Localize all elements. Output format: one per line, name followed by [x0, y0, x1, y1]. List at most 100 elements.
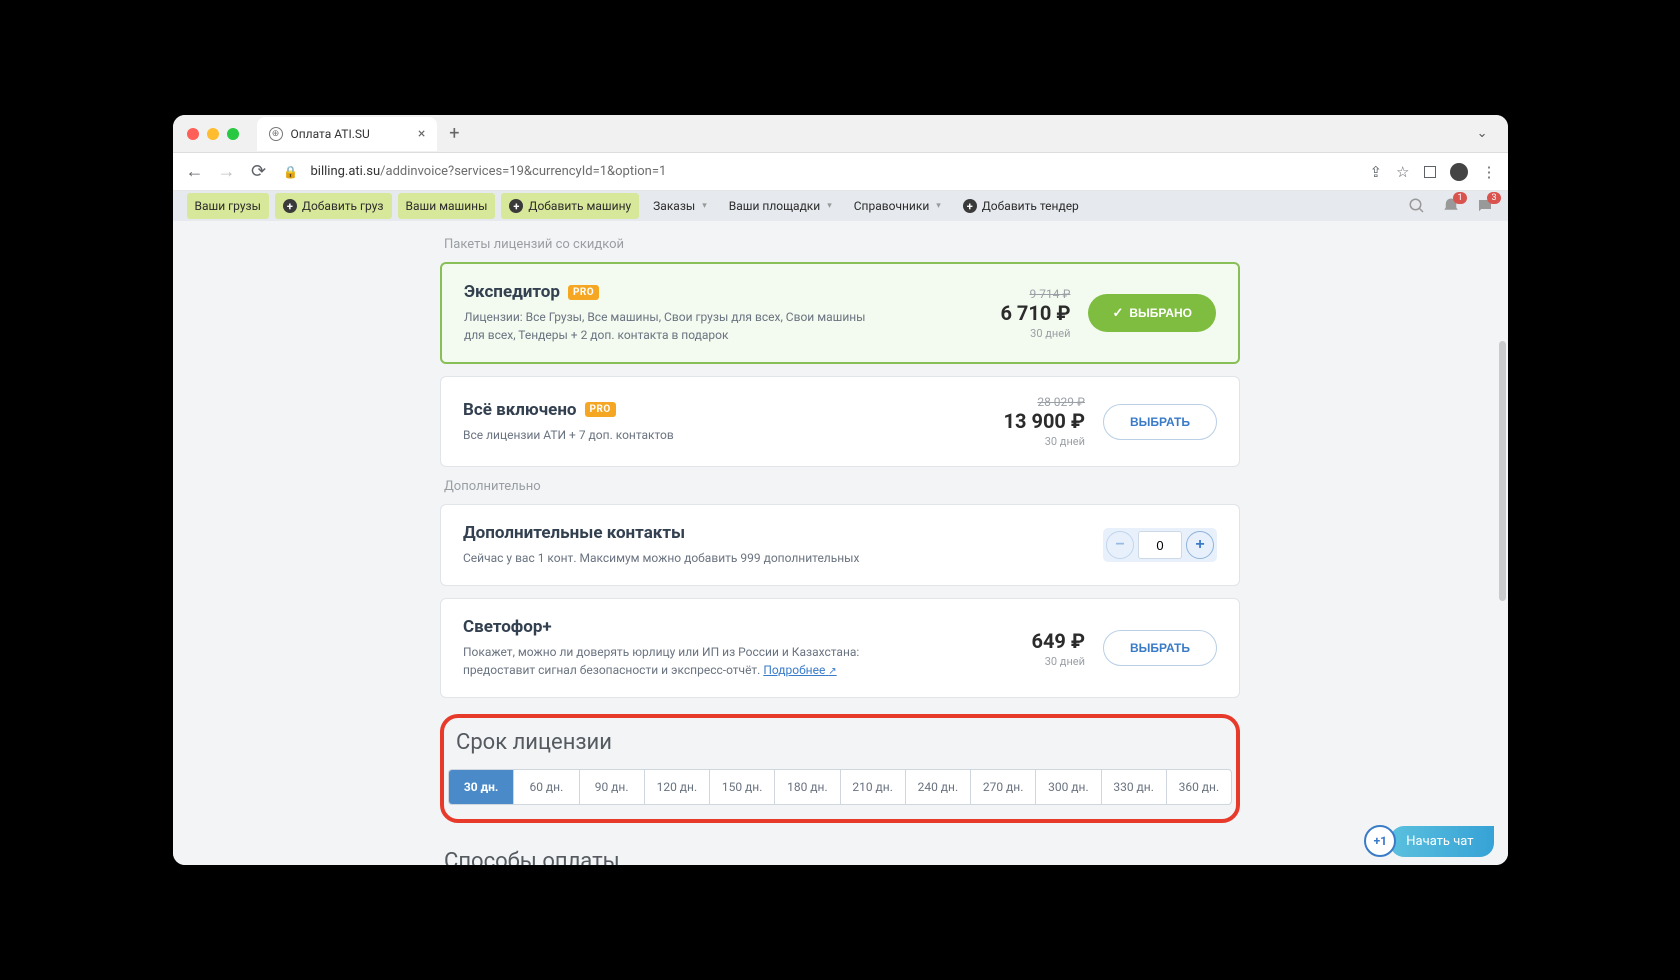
notifications-icon[interactable]: 1 [1442, 197, 1460, 215]
nav-add-cargo[interactable]: +Добавить груз [275, 193, 392, 219]
card-title: ЭкспедиторPRO [464, 282, 982, 302]
share-icon[interactable]: ⇪ [1369, 163, 1382, 181]
decrement-button[interactable]: − [1106, 531, 1134, 559]
plus-circle-icon: + [283, 199, 297, 213]
old-price: 28 029 ₽ [1004, 395, 1085, 409]
site-navigation: Ваши грузы +Добавить груз Ваши машины +Д… [173, 191, 1508, 221]
plus-circle-icon: + [509, 199, 523, 213]
contacts-input[interactable] [1138, 531, 1182, 559]
duration-option-150[interactable]: 150 дн. [710, 770, 775, 804]
notif-badge: 1 [1453, 192, 1466, 204]
lock-icon[interactable]: 🔒 [279, 160, 303, 184]
pro-badge: PRO [568, 285, 599, 300]
duration-option-270[interactable]: 270 дн. [971, 770, 1036, 804]
chat-badge[interactable]: +1 [1364, 825, 1396, 857]
new-price: 13 900 ₽ [1004, 409, 1085, 433]
nav-add-tender[interactable]: +Добавить тендер [955, 193, 1087, 219]
card-price: 649 ₽ 30 дней [1031, 629, 1085, 668]
back-button[interactable]: ← [183, 160, 207, 184]
contacts-stepper: − + [1103, 528, 1217, 562]
duration-option-360[interactable]: 360 дн. [1167, 770, 1231, 804]
old-price: 9 714 ₽ [1000, 287, 1070, 301]
card-desc: Лицензии: Все Грузы, Все машины, Свои гр… [464, 308, 884, 344]
payment-title: Способы оплаты [444, 849, 1240, 865]
packages-section-label: Пакеты лицензий со скидкой [444, 237, 1240, 252]
url-field[interactable]: billing.ati.su/addinvoice?services=19&cu… [311, 164, 1362, 179]
card-title: Светофор+ [463, 617, 1013, 637]
close-window-icon[interactable] [187, 128, 199, 140]
duration-option-300[interactable]: 300 дн. [1036, 770, 1101, 804]
chat-widget: +1 Начать чат [1364, 825, 1493, 857]
titlebar: ⊕ Оплата ATI.SU × + ⌄ [173, 115, 1508, 153]
browser-tab[interactable]: ⊕ Оплата ATI.SU × [257, 117, 438, 151]
card-price: 28 029 ₽ 13 900 ₽ 30 дней [1004, 395, 1085, 448]
license-duration-section: Срок лицензии 30 дн. 60 дн. 90 дн. 120 д… [440, 714, 1240, 823]
tabs-menu-icon[interactable]: ⌄ [1471, 126, 1494, 141]
selected-button[interactable]: ✓ВЫБРАНО [1088, 294, 1216, 332]
reload-button[interactable]: ⟳ [247, 160, 271, 184]
search-icon[interactable] [1408, 197, 1426, 215]
duration-option-90[interactable]: 90 дн. [580, 770, 645, 804]
favicon-icon: ⊕ [269, 127, 283, 141]
card-desc: Покажет, можно ли доверять юрлицу или ИП… [463, 643, 883, 679]
package-card-all-inclusive: Всё включеноPRO Все лицензии АТИ + 7 доп… [440, 376, 1240, 467]
browser-window: ⊕ Оплата ATI.SU × + ⌄ ← → ⟳ 🔒 billing.at… [173, 115, 1508, 865]
profile-avatar-icon[interactable] [1450, 163, 1468, 181]
increment-button[interactable]: + [1186, 531, 1214, 559]
card-price: 9 714 ₽ 6 710 ₽ 30 дней [1000, 287, 1070, 340]
msg-badge: 3 [1487, 192, 1500, 204]
select-button[interactable]: ВЫБРАТЬ [1103, 630, 1217, 666]
duration-option-180[interactable]: 180 дн. [775, 770, 840, 804]
window-controls [187, 128, 239, 140]
start-chat-button[interactable]: Начать чат [1390, 826, 1493, 857]
select-button[interactable]: ВЫБРАТЬ [1103, 404, 1217, 440]
address-bar: ← → ⟳ 🔒 billing.ati.su/addinvoice?servic… [173, 153, 1508, 191]
more-link[interactable]: Подробнее ↗ [763, 663, 836, 677]
duration-option-330[interactable]: 330 дн. [1102, 770, 1167, 804]
package-card-expeditor: ЭкспедиторPRO Лицензии: Все Грузы, Все м… [440, 262, 1240, 364]
nav-your-vehicles[interactable]: Ваши машины [398, 193, 496, 219]
duration-option-60[interactable]: 60 дн. [514, 770, 579, 804]
page-body: Пакеты лицензий со скидкой ЭкспедиторPRO… [173, 221, 1508, 865]
new-price: 649 ₽ [1031, 629, 1085, 653]
url-host: billing.ati.su [311, 164, 381, 179]
close-tab-icon[interactable]: × [418, 126, 425, 142]
card-desc: Все лицензии АТИ + 7 доп. контактов [463, 426, 883, 444]
messages-icon[interactable]: 3 [1476, 197, 1494, 215]
card-desc: Сейчас у вас 1 конт. Максимум можно доба… [463, 549, 883, 567]
chevron-down-icon: ▾ [827, 201, 832, 211]
bookmark-icon[interactable]: ☆ [1396, 163, 1409, 181]
tab-title: Оплата ATI.SU [291, 127, 370, 141]
scrollbar[interactable] [1498, 221, 1508, 865]
svetofor-card: Светофор+ Покажет, можно ли доверять юрл… [440, 598, 1240, 698]
price-period: 30 дней [1000, 327, 1070, 340]
duration-option-30[interactable]: 30 дн. [449, 770, 514, 804]
nav-directories[interactable]: Справочники▾ [846, 193, 949, 219]
new-tab-button[interactable]: + [449, 123, 459, 144]
nav-orders[interactable]: Заказы▾ [645, 193, 715, 219]
duration-option-210[interactable]: 210 дн. [841, 770, 906, 804]
card-title: Дополнительные контакты [463, 523, 1085, 543]
nav-add-vehicle[interactable]: +Добавить машину [501, 193, 639, 219]
check-icon: ✓ [1112, 305, 1123, 321]
pro-badge: PRO [585, 402, 616, 417]
chevron-down-icon: ▾ [936, 201, 941, 211]
duration-title: Срок лицензии [456, 730, 1232, 755]
forward-button[interactable]: → [215, 160, 239, 184]
external-link-icon: ↗ [828, 666, 836, 677]
price-period: 30 дней [1004, 435, 1085, 448]
additional-section-label: Дополнительно [444, 479, 1240, 494]
plus-circle-icon: + [963, 199, 977, 213]
panel-icon[interactable] [1424, 166, 1436, 178]
duration-option-120[interactable]: 120 дн. [645, 770, 710, 804]
price-period: 30 дней [1031, 655, 1085, 668]
nav-your-cargo[interactable]: Ваши грузы [187, 193, 269, 219]
maximize-window-icon[interactable] [227, 128, 239, 140]
card-title: Всё включеноPRO [463, 400, 986, 420]
duration-option-240[interactable]: 240 дн. [906, 770, 971, 804]
nav-platforms[interactable]: Ваши площадки▾ [721, 193, 840, 219]
menu-dots-icon[interactable]: ⋮ [1482, 163, 1498, 181]
additional-contacts-card: Дополнительные контакты Сейчас у вас 1 к… [440, 504, 1240, 586]
minimize-window-icon[interactable] [207, 128, 219, 140]
new-price: 6 710 ₽ [1000, 301, 1070, 325]
